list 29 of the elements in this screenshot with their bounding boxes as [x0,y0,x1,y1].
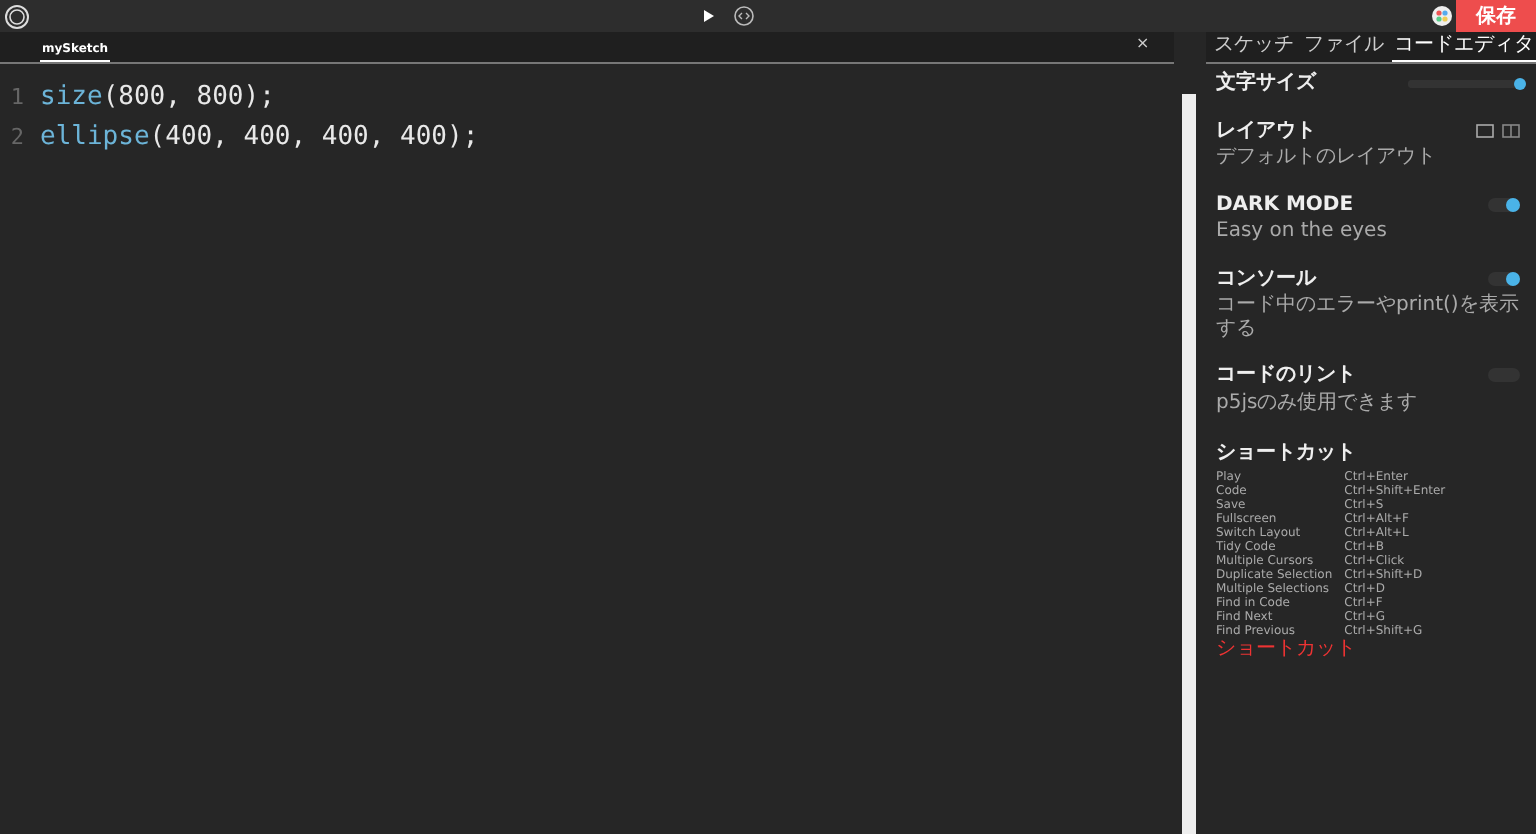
shortcuts-heading: ショートカット [1216,442,1358,465]
single-layout-icon[interactable] [1476,123,1494,138]
toggle-switch[interactable] [1488,197,1520,212]
line-number: 1 [8,82,24,114]
panel-tab[interactable]: ファイル [1302,30,1386,62]
code-icon[interactable] [734,6,754,26]
setting-description: デフォルトのレイアウト [1216,146,1438,169]
setting-label: コンソール [1216,267,1316,290]
setting-description: p5jsのみ使用できます [1216,391,1420,414]
scrollbar[interactable] [1182,94,1196,834]
line-number: 2 [8,122,24,154]
code-line: size(800, 800); [40,80,275,116]
panel-tab[interactable]: コードエディタ [1392,30,1536,62]
setting-label: DARK MODE [1216,193,1354,216]
split-layout-icon[interactable] [1502,123,1520,138]
save-button[interactable]: 保存 [1456,0,1536,32]
panel-tab[interactable]: スケッチ [1212,30,1296,62]
setting-description: Easy on the eyes [1216,220,1389,243]
setting-label: コードのリント [1216,364,1356,387]
avatar-icon[interactable] [1432,6,1452,26]
toggle-switch[interactable] [1488,271,1520,286]
play-icon[interactable] [704,10,714,22]
setting-description: コード中のエラーやprint()を表示する [1216,294,1520,340]
setting-label: レイアウト [1216,119,1316,142]
setting-label: 文字サイズ [1216,72,1316,95]
close-button[interactable]: × [1126,34,1160,56]
shortcuts-link[interactable]: ショートカット [1216,637,1356,659]
logo-icon[interactable] [4,3,30,29]
code-line: ellipse(400, 400, 400, 400); [40,120,479,156]
